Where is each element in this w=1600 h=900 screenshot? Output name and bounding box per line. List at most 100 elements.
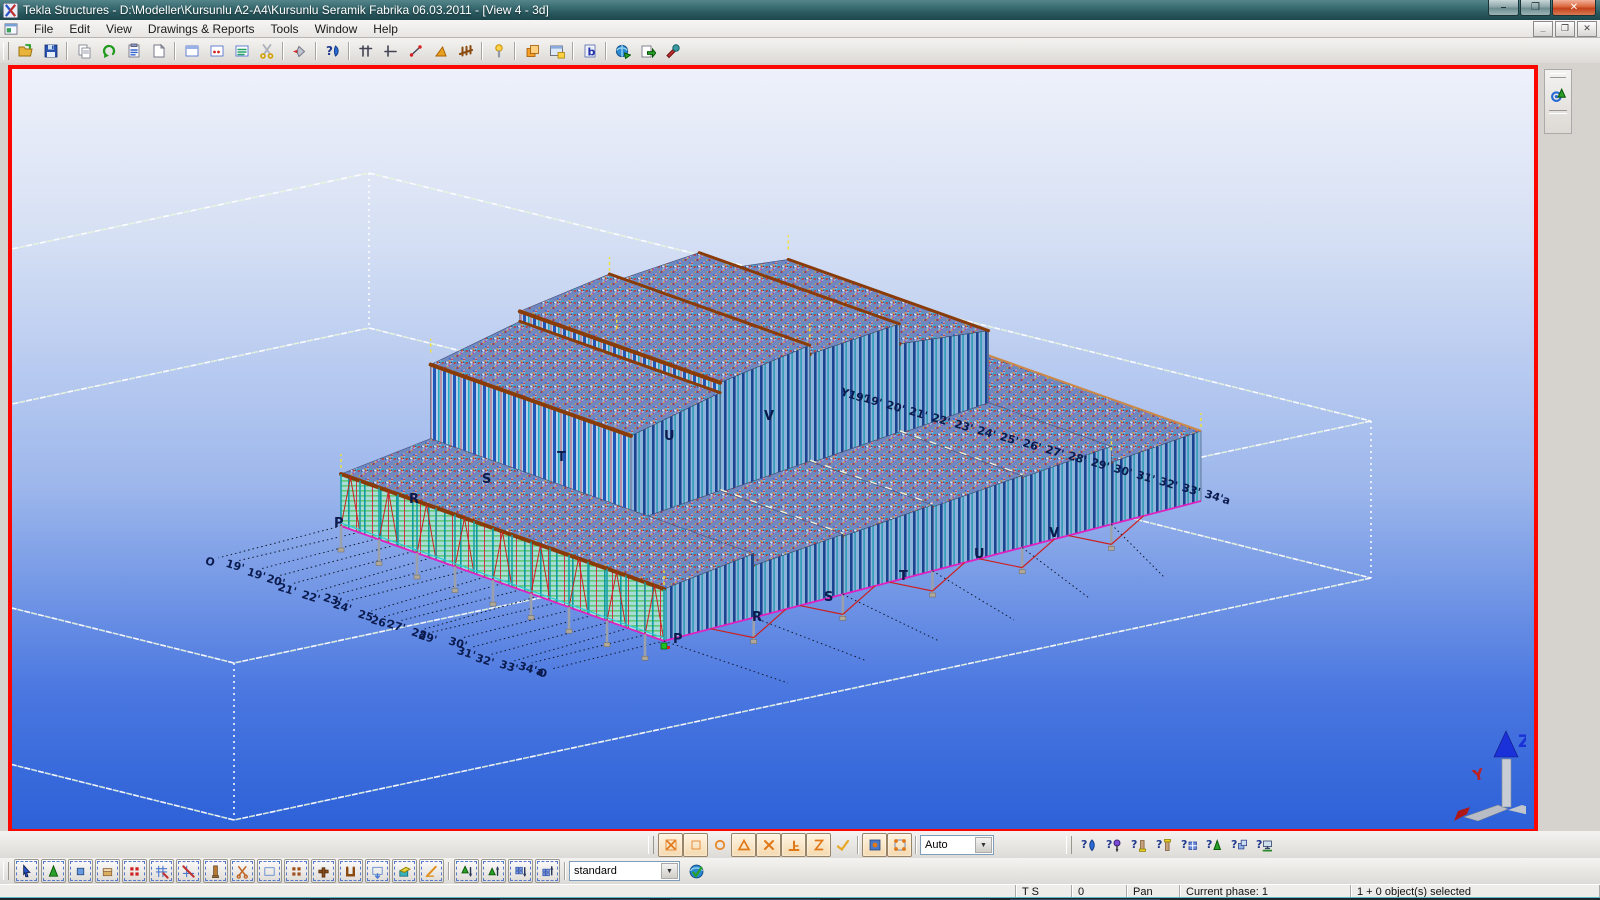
close-button[interactable]: ✕ (1552, 0, 1596, 16)
select-grid-lines-button[interactable] (149, 859, 174, 883)
mdi-close-button[interactable]: ✕ (1577, 21, 1597, 37)
view-new-button[interactable] (179, 39, 204, 63)
snap-free-button[interactable] (658, 833, 683, 857)
restore-button[interactable]: ❐ (1520, 0, 1551, 16)
grid-letter-label: R (409, 492, 419, 507)
minimize-button[interactable]: – (1488, 0, 1519, 16)
select-all-button[interactable] (14, 859, 39, 883)
undo-button[interactable] (96, 39, 121, 63)
pick-button[interactable] (287, 39, 312, 63)
grid-xy-button[interactable] (353, 39, 378, 63)
toolbar-grip[interactable] (1550, 73, 1566, 78)
mdi-document-icon[interactable] (4, 23, 18, 35)
tools-red-button[interactable] (660, 39, 685, 63)
grid-number-label: 29' (417, 629, 439, 647)
inquire-part-top-button[interactable]: ? (1151, 833, 1176, 857)
select-parts-button[interactable] (41, 859, 66, 883)
lamp-button[interactable] (486, 39, 511, 63)
menu-help[interactable]: Help (365, 21, 406, 37)
select-filter-globe-button[interactable] (684, 859, 709, 883)
inquire-object-button[interactable]: ? (1076, 833, 1101, 857)
select-bolt-groups-button[interactable] (284, 859, 309, 883)
menu-window[interactable]: Window (307, 21, 366, 37)
publish-button[interactable] (610, 39, 635, 63)
toolbar-grip[interactable] (1066, 836, 1072, 854)
inquire-screen-button[interactable]: ? (1251, 833, 1276, 857)
export-button[interactable] (635, 39, 660, 63)
menu-edit[interactable]: Edit (61, 21, 98, 37)
select-connections-button[interactable] (338, 859, 363, 883)
save-button[interactable] (38, 39, 63, 63)
snap-perpendicular-button[interactable] (781, 833, 806, 857)
select-phases-button[interactable] (392, 859, 417, 883)
model-3d-scene[interactable]: O19'19'20'21'22'23'24'25'26'27'28'29'30'… (12, 69, 1526, 821)
snap-midpoint-button[interactable] (731, 833, 756, 857)
measure-line-button[interactable] (403, 39, 428, 63)
mdi-minimize-button[interactable]: _ (1533, 21, 1553, 37)
cut-button[interactable] (254, 39, 279, 63)
select-surfaces-button[interactable] (95, 859, 120, 883)
svg-text:?: ? (1131, 838, 1137, 851)
grid-number-label: 19' (224, 557, 246, 575)
select-points-button[interactable] (68, 859, 93, 883)
snap-nearest-button[interactable] (862, 833, 887, 857)
select-objects-down-icon (513, 864, 528, 879)
inquire-button[interactable]: ? (320, 39, 345, 63)
measure-angle-button[interactable] (428, 39, 453, 63)
inquire-point-button[interactable]: ? (1101, 833, 1126, 857)
dropdown-arrow-icon[interactable]: ▼ (975, 837, 992, 853)
select-objects-down-button[interactable] (508, 859, 533, 883)
menu-view[interactable]: View (98, 21, 140, 37)
menu-file[interactable]: File (26, 21, 61, 37)
snap-extension-button[interactable] (806, 833, 831, 857)
cut-icon (259, 43, 275, 59)
phases-button[interactable] (519, 39, 544, 63)
select-bolts-button[interactable] (311, 859, 336, 883)
fence-button[interactable] (453, 39, 478, 63)
select-distances-button[interactable] (419, 859, 444, 883)
page-button[interactable] (146, 39, 171, 63)
copy-button[interactable] (71, 39, 96, 63)
menu-drawings-reports[interactable]: Drawings & Reports (140, 21, 263, 37)
menu-tools[interactable]: Tools (263, 21, 307, 37)
dropdown-arrow-icon[interactable]: ▼ (661, 863, 678, 879)
view-dots-button[interactable] (204, 39, 229, 63)
snap-grid-button[interactable] (887, 833, 912, 857)
inquire-part-bottom-button[interactable]: ? (1126, 833, 1151, 857)
open-button[interactable] (13, 39, 38, 63)
view-list-button[interactable] (229, 39, 254, 63)
model-view-4-3d[interactable]: O19'19'20'21'22'23'24'25'26'27'28'29'30'… (8, 65, 1538, 833)
select-views-button[interactable] (176, 859, 201, 883)
toolbar-separator (66, 42, 68, 60)
grid-corner-button[interactable] (378, 39, 403, 63)
inquire-group-button[interactable]: ? (1176, 833, 1201, 857)
inquire-assembly-button[interactable]: ? (1201, 833, 1226, 857)
select-welds-button[interactable] (230, 859, 255, 883)
select-objects-up-button[interactable] (535, 859, 560, 883)
selection-filter-combo[interactable]: standard▼ (569, 861, 680, 881)
notes-button[interactable]: b (577, 39, 602, 63)
phases-icon (524, 43, 540, 59)
snap-circle-flat-icon (712, 837, 728, 853)
report-button[interactable] (121, 39, 146, 63)
select-windows-button[interactable] (257, 859, 282, 883)
toolbar-grip[interactable] (648, 836, 654, 854)
inquire-phase-button[interactable]: ? (1226, 833, 1251, 857)
toolbar-grip[interactable] (3, 42, 9, 60)
snap-circle-flat-button[interactable] (708, 834, 731, 856)
select-grids-icon (127, 864, 142, 879)
mdi-restore-button[interactable]: ❐ (1555, 21, 1575, 37)
snap-points-button[interactable] (683, 833, 708, 857)
toolbar-grip[interactable] (3, 862, 9, 880)
select-grids-button[interactable] (122, 859, 147, 883)
inquire-toolbar: ???????? (1063, 833, 1276, 857)
component-catalog-button[interactable] (1546, 82, 1571, 106)
snap-intersection-button[interactable] (756, 833, 781, 857)
snap-mode-combo[interactable]: Auto▼ (920, 835, 994, 855)
select-assemblies-button[interactable] (365, 859, 390, 883)
select-comp-up-button[interactable] (481, 859, 506, 883)
snap-check-flat-button[interactable] (831, 834, 854, 856)
select-comp-down-button[interactable] (454, 859, 479, 883)
screenshot-button[interactable] (544, 39, 569, 63)
select-columns-button[interactable] (203, 859, 228, 883)
